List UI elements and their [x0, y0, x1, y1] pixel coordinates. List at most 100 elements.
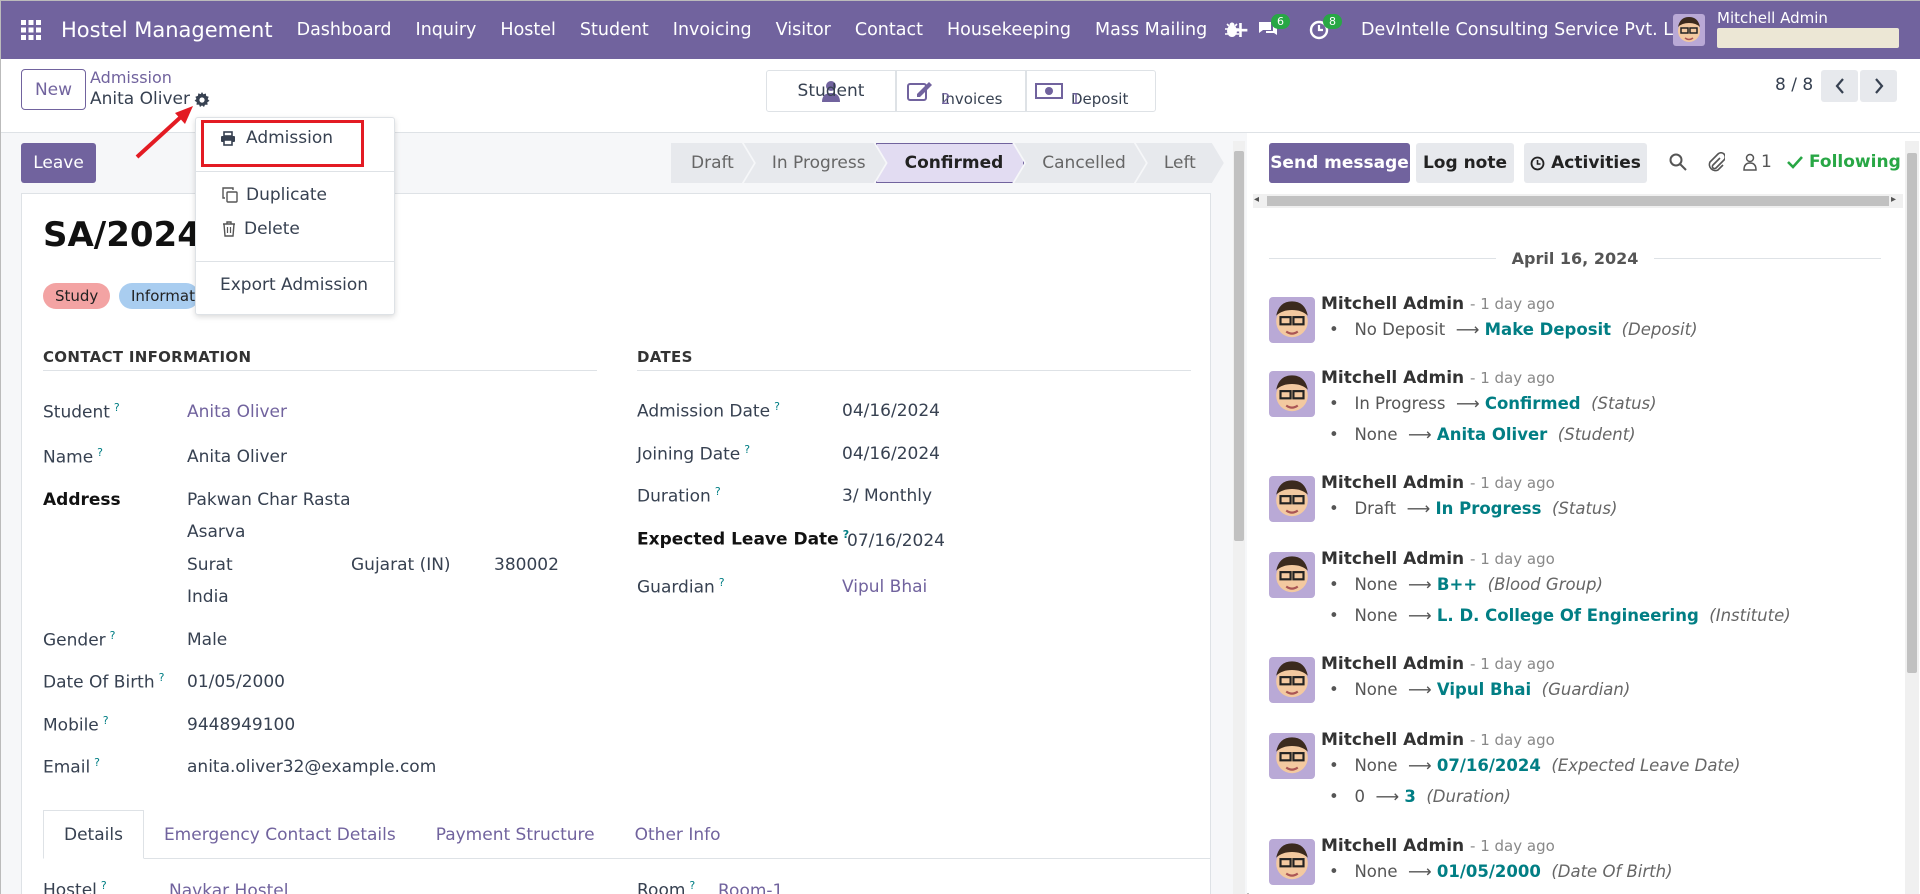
- message-author[interactable]: Mitchell Admin - 1 day ago: [1321, 836, 1555, 856]
- message-avatar[interactable]: [1269, 371, 1315, 417]
- scroll-right-arrow-icon[interactable]: ▸: [1891, 194, 1896, 205]
- app-brand[interactable]: Hostel Management: [61, 18, 273, 42]
- chatter-hscrollbar-thumb[interactable]: [1267, 196, 1889, 206]
- followers-button[interactable]: 1: [1743, 152, 1772, 172]
- zip-field[interactable]: 380002: [494, 555, 559, 575]
- nav-housekeeping[interactable]: Housekeeping: [935, 1, 1083, 59]
- message-avatar[interactable]: [1269, 839, 1315, 885]
- help-icon[interactable]: ?: [114, 401, 120, 414]
- help-icon[interactable]: ?: [103, 714, 109, 727]
- activities-button[interactable]: Activities: [1524, 143, 1647, 183]
- user-avatar[interactable]: [1673, 14, 1705, 46]
- guardian-field[interactable]: Vipul Bhai: [842, 577, 927, 597]
- hostel-field[interactable]: Navkar Hostel: [169, 881, 288, 894]
- help-icon[interactable]: ?: [159, 671, 165, 684]
- street-field[interactable]: Pakwan Char Rasta: [187, 490, 351, 510]
- nav-visitor[interactable]: Visitor: [764, 1, 843, 59]
- help-icon[interactable]: ?: [774, 400, 780, 413]
- help-icon[interactable]: ?: [97, 446, 103, 459]
- email-label: Email?: [43, 756, 101, 778]
- help-icon[interactable]: ?: [744, 443, 750, 456]
- message-author[interactable]: Mitchell Admin - 1 day ago: [1321, 730, 1555, 750]
- invoices-smart-button[interactable]: Invoices 2: [896, 70, 1026, 112]
- help-icon[interactable]: ?: [94, 756, 100, 769]
- message-avatar[interactable]: [1269, 733, 1315, 779]
- nav-invoicing[interactable]: Invoicing: [661, 1, 764, 59]
- help-icon[interactable]: ?: [101, 879, 107, 892]
- message-avatar[interactable]: [1269, 552, 1315, 598]
- help-icon[interactable]: ?: [715, 485, 721, 498]
- name-field[interactable]: Anita Oliver: [187, 447, 287, 467]
- stage-left[interactable]: Left: [1136, 143, 1224, 183]
- nav-dashboard[interactable]: Dashboard: [285, 1, 404, 59]
- tab-details[interactable]: Details: [43, 810, 144, 859]
- message-author[interactable]: Mitchell Admin - 1 day ago: [1321, 549, 1555, 569]
- user-name[interactable]: Mitchell Admin: [1717, 9, 1828, 27]
- stage-cancelled[interactable]: Cancelled: [1014, 143, 1146, 183]
- debug-bug-icon[interactable]: [1223, 1, 1241, 59]
- joining-date-field[interactable]: 04/16/2024: [842, 444, 940, 464]
- chatter-scrollbar-thumb[interactable]: [1907, 153, 1917, 673]
- pager-next-chevron-icon[interactable]: [1860, 70, 1897, 102]
- duplicate-item[interactable]: Duplicate: [196, 178, 394, 212]
- message-author[interactable]: Mitchell Admin - 1 day ago: [1321, 654, 1555, 674]
- city-field[interactable]: Surat: [187, 555, 233, 575]
- message-avatar[interactable]: [1269, 657, 1315, 703]
- message-author[interactable]: Mitchell Admin - 1 day ago: [1321, 368, 1555, 388]
- messages-icon[interactable]: [1257, 1, 1279, 59]
- help-icon[interactable]: ?: [719, 576, 725, 589]
- dob-field[interactable]: 01/05/2000: [187, 672, 285, 692]
- message-author[interactable]: Mitchell Admin - 1 day ago: [1321, 294, 1555, 314]
- form-scrollbar-thumb[interactable]: [1234, 151, 1244, 541]
- tab-other-info[interactable]: Other Info: [615, 810, 741, 859]
- nav-hostel[interactable]: Hostel: [488, 1, 567, 59]
- admission-date-field[interactable]: 04/16/2024: [842, 401, 940, 421]
- message-author[interactable]: Mitchell Admin - 1 day ago: [1321, 473, 1555, 493]
- apps-menu-icon[interactable]: [1, 1, 61, 59]
- room-field[interactable]: Room-1: [718, 881, 783, 894]
- tab-payment-structure[interactable]: Payment Structure: [416, 810, 615, 859]
- tag-information[interactable]: Informat: [119, 283, 199, 309]
- leave-button[interactable]: Leave: [21, 143, 96, 183]
- student-field[interactable]: Anita Oliver: [187, 402, 287, 422]
- help-icon[interactable]: ?: [110, 629, 116, 642]
- activities-clock-icon[interactable]: [1309, 1, 1329, 59]
- pager-previous-chevron-icon[interactable]: [1821, 70, 1858, 102]
- email-field[interactable]: anita.oliver32@example.com: [187, 757, 436, 777]
- nav-mass-mailing[interactable]: Mass Mailing: [1083, 1, 1219, 59]
- paperclip-icon[interactable]: [1707, 152, 1725, 172]
- stage-confirmed[interactable]: Confirmed: [876, 143, 1025, 183]
- log-note-button[interactable]: Log note: [1416, 143, 1514, 183]
- tab-emergency-contact[interactable]: Emergency Contact Details: [144, 810, 416, 859]
- deposit-smart-button[interactable]: Deposit 1: [1026, 70, 1156, 112]
- pager-value[interactable]: 8 / 8: [1775, 75, 1813, 95]
- company-switcher[interactable]: DevIntelle Consulting Service Pvt. Ltd: [1361, 1, 1691, 59]
- nav-contact[interactable]: Contact: [843, 1, 935, 59]
- breadcrumb-admission[interactable]: Admission: [90, 68, 172, 87]
- gender-field[interactable]: Male: [187, 630, 227, 650]
- student-smart-button[interactable]: Student: [766, 70, 896, 112]
- message-avatar[interactable]: [1269, 297, 1315, 343]
- duration-field[interactable]: 3/ Monthly: [842, 486, 932, 506]
- message-time: - 1 day ago: [1470, 837, 1555, 855]
- mobile-field[interactable]: 9448949100: [187, 715, 295, 735]
- help-icon[interactable]: ?: [689, 879, 695, 892]
- state-field[interactable]: Gujarat (IN): [351, 555, 451, 575]
- country-field[interactable]: India: [187, 587, 229, 607]
- scroll-left-arrow-icon[interactable]: ◂: [1254, 194, 1259, 205]
- tag-study[interactable]: Study: [43, 283, 111, 309]
- street2-field[interactable]: Asarva: [187, 522, 245, 542]
- stage-in-progress[interactable]: In Progress: [744, 143, 886, 183]
- expected-leave-field[interactable]: 07/16/2024: [847, 531, 945, 551]
- stage-draft[interactable]: Draft: [671, 143, 754, 183]
- following-button[interactable]: Following: [1787, 152, 1901, 172]
- delete-item[interactable]: Delete: [196, 212, 394, 246]
- new-button[interactable]: New: [21, 69, 86, 110]
- nav-student[interactable]: Student: [568, 1, 661, 59]
- tracking-value-change: • No Deposit ⟶ Make Deposit (Deposit): [1329, 320, 1698, 339]
- nav-inquiry[interactable]: Inquiry: [404, 1, 489, 59]
- export-admission-item[interactable]: Export Admission: [196, 268, 394, 302]
- send-message-button[interactable]: Send message: [1269, 143, 1410, 183]
- search-icon[interactable]: [1669, 153, 1687, 171]
- message-avatar[interactable]: [1269, 476, 1315, 522]
